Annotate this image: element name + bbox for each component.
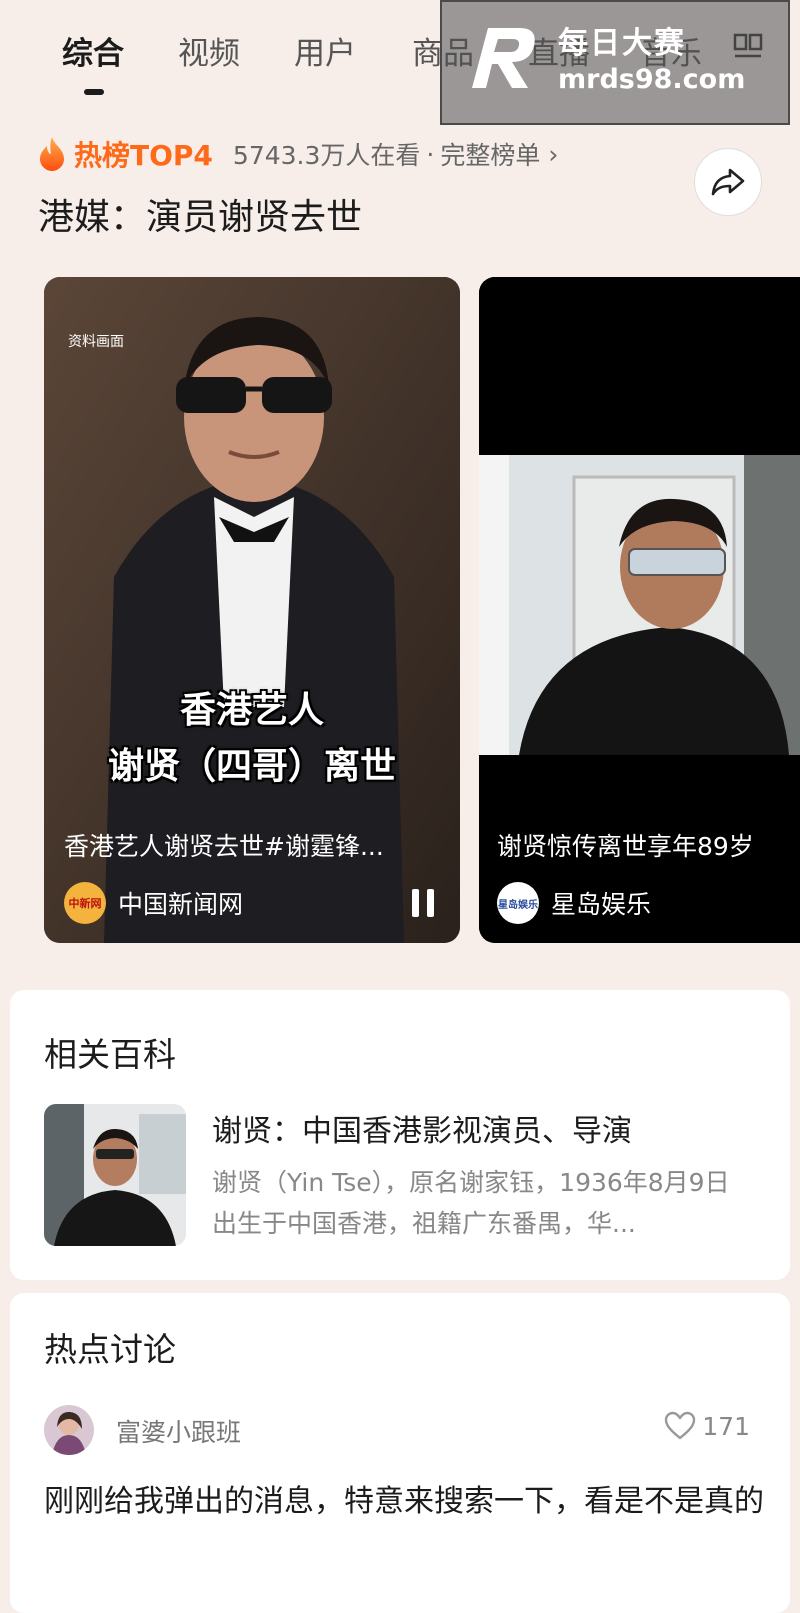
- video-source[interactable]: 星岛娱乐 星岛娱乐: [497, 881, 651, 925]
- video-source[interactable]: 中新网 中国新闻网: [64, 881, 243, 925]
- like-count: 171: [702, 1411, 750, 1441]
- video-caption: 香港艺人谢贤去世#谢霆锋...: [64, 832, 384, 861]
- discussion-post-text[interactable]: 刚刚给我弹出的消息，特意来搜索一下，看是不是真的: [44, 1479, 764, 1525]
- tab-general[interactable]: 综合: [62, 28, 124, 73]
- video-overlay-subtitle: 谢贤（四哥）离世: [107, 746, 396, 787]
- source-logo-icon: 星岛娱乐: [497, 882, 539, 924]
- video-card[interactable]: 谢贤惊传离世享年89岁 星岛娱乐 星岛娱乐: [479, 277, 800, 943]
- watermark-title: 每日大赛: [558, 26, 686, 61]
- active-tab-indicator: [84, 89, 104, 95]
- video-card[interactable]: 资料画面 香港艺人 谢贤（四哥）离世 香港艺人谢贤去世#谢霆锋... 中新网 中…: [44, 277, 460, 943]
- hot-list-label: 热榜TOP4: [74, 139, 213, 172]
- chevron-right-icon: ›: [548, 139, 559, 169]
- share-button[interactable]: [694, 148, 762, 216]
- tab-video[interactable]: 视频: [178, 28, 240, 73]
- full-list-link[interactable]: 完整榜单: [440, 136, 540, 172]
- avatar[interactable]: [44, 1405, 94, 1455]
- viewer-count: 5743.3万人在看: [232, 141, 421, 170]
- encyclopedia-entry-description: 谢贤（Yin Tse），原名谢家钰，1936年8月9日出生于中国香港，祖籍广东番…: [212, 1168, 730, 1238]
- section-title: 热点讨论: [44, 1330, 176, 1369]
- video-overlay-title: 香港艺人: [179, 690, 324, 731]
- tab-user[interactable]: 用户: [294, 28, 356, 73]
- encyclopedia-entry-title[interactable]: 谢贤：中国香港影视演员、导演: [212, 1106, 632, 1150]
- archive-footage-tag: 资料画面: [68, 334, 124, 350]
- flame-icon: [40, 137, 64, 171]
- share-icon: [711, 168, 745, 196]
- hot-list-row[interactable]: 热榜TOP4 5743.3万人在看 · 完整榜单 ›: [38, 134, 558, 174]
- pause-icon[interactable]: [410, 889, 436, 917]
- hot-discussion-panel: 热点讨论 富婆小跟班 171 刚刚给我弹出的消息，特意来搜索一下，看是不是真的: [10, 1293, 790, 1613]
- source-name: 星岛娱乐: [551, 890, 652, 919]
- related-encyclopedia-panel: 相关百科 谢贤：中国香港影视演员、导演 谢贤（Yin Tse），原名谢家钰，19…: [10, 990, 790, 1280]
- section-title: 相关百科: [44, 1035, 176, 1074]
- encyclopedia-thumbnail[interactable]: [44, 1104, 186, 1246]
- like-button[interactable]: 171: [664, 1411, 750, 1441]
- source-name: 中国新闻网: [118, 890, 244, 919]
- headline[interactable]: 港媒：演员谢贤去世: [38, 188, 362, 240]
- heart-icon: [665, 1411, 696, 1440]
- watermark-logo-icon: [472, 28, 535, 88]
- username[interactable]: 富婆小跟班: [116, 1413, 241, 1449]
- separator: ·: [426, 139, 435, 169]
- video-caption: 谢贤惊传离世享年89岁: [497, 832, 754, 861]
- watermark: 每日大赛 mrds98.com: [440, 0, 790, 125]
- source-logo-icon: 中新网: [64, 882, 106, 924]
- watermark-url: mrds98.com: [558, 64, 746, 95]
